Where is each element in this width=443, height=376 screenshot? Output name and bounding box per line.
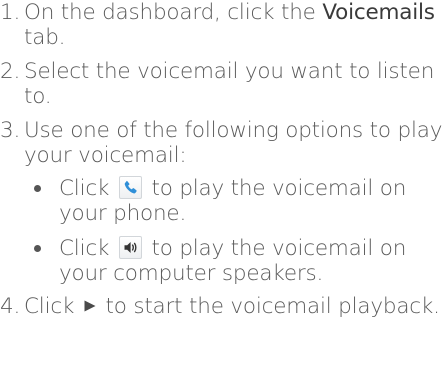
- step-4: 4. Click to start the voicemail playback…: [0, 294, 443, 319]
- step-3: 3. Use one of the following options to p…: [0, 118, 443, 286]
- step-2: 2. Select the voicemail you want to list…: [0, 59, 443, 109]
- option-phone: Click to play the voicemail on your phon…: [24, 176, 443, 226]
- step-number: 3.: [0, 118, 21, 143]
- step-text-tail: to start the voicemail playback.: [98, 294, 441, 319]
- bullet-dot: [34, 185, 41, 192]
- option-speaker: Click to play the voicemail on your comp…: [24, 236, 443, 286]
- phone-icon: [118, 176, 142, 199]
- step-number: 1.: [0, 0, 21, 25]
- step-text-tail: tab.: [24, 25, 66, 50]
- instruction-list: 1. On the dashboard, click the Voicemail…: [0, 0, 443, 328]
- bullet-dot: [34, 245, 41, 252]
- voicemails-tab-label: Voicemails: [322, 0, 435, 25]
- option-text: Click: [59, 236, 116, 261]
- option-text: Click: [59, 176, 116, 201]
- step-text: Use one of the following options to play…: [24, 118, 443, 168]
- step-number: 4.: [0, 294, 21, 319]
- step-text: On the dashboard, click the: [24, 0, 323, 25]
- speaker-icon: [118, 236, 142, 259]
- step-text: Select the voicemail you want to listen …: [24, 59, 435, 109]
- play-icon: [83, 294, 97, 319]
- step-number: 2.: [0, 59, 21, 84]
- option-list: Click to play the voicemail on your phon…: [24, 176, 443, 286]
- step-text: Click: [24, 294, 81, 319]
- step-1: 1. On the dashboard, click the Voicemail…: [0, 0, 443, 50]
